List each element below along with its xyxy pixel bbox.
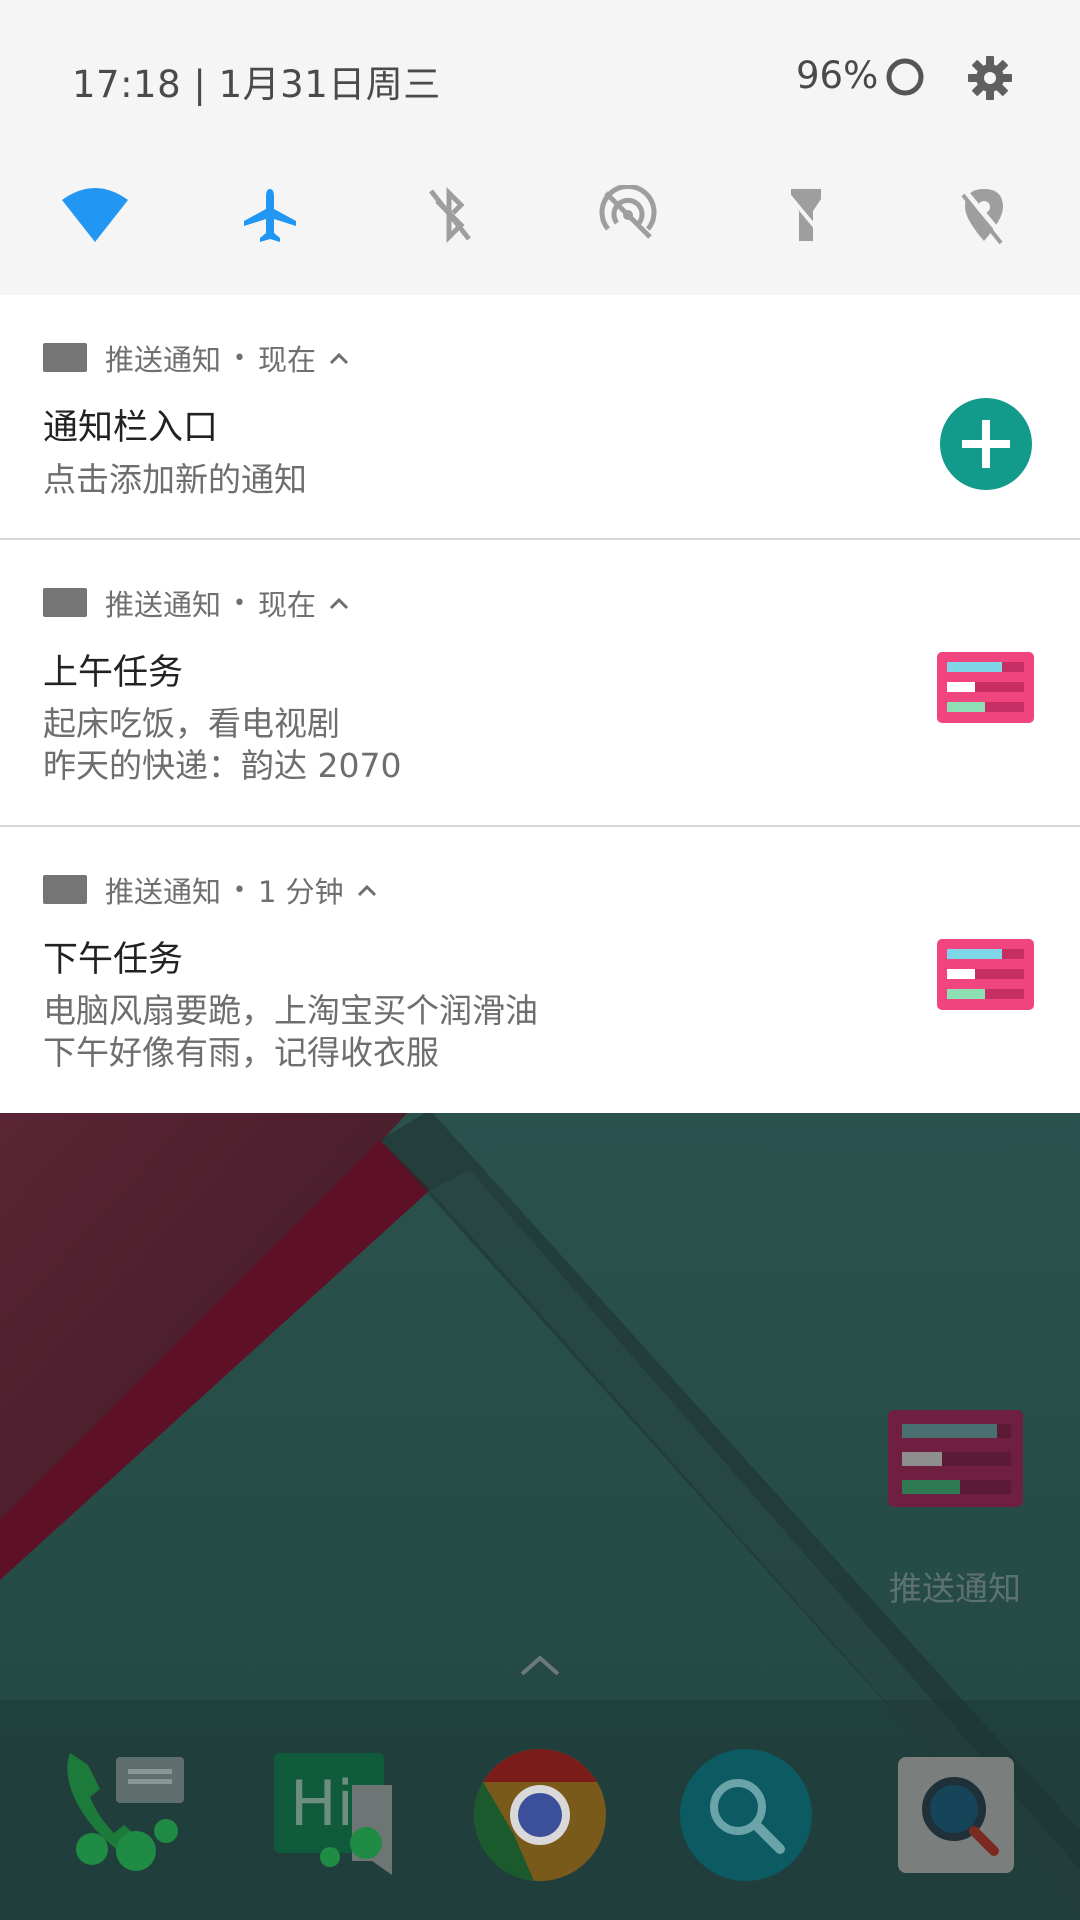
hotspot-off-icon xyxy=(599,185,657,239)
notification-header[interactable]: 推送通知 • 1 分钟 xyxy=(105,869,378,911)
location-toggle[interactable] xyxy=(946,182,1022,248)
notification-header[interactable]: 推送通知 • 现在 xyxy=(105,582,350,624)
chevron-up-icon[interactable] xyxy=(328,350,350,366)
wifi-icon xyxy=(62,188,128,242)
bluetooth-toggle[interactable] xyxy=(412,182,488,248)
bluetooth-off-icon xyxy=(429,186,471,244)
notification-title: 通知栏入口 xyxy=(43,408,219,448)
airplane-icon xyxy=(244,189,296,242)
chevron-up-icon[interactable] xyxy=(356,882,378,898)
chevron-up-icon[interactable] xyxy=(328,595,350,611)
notification-text: 点击添加新的通知 xyxy=(43,460,307,499)
flashlight-off-icon xyxy=(785,189,827,241)
separator-dot: • xyxy=(233,345,246,371)
add-notification-button[interactable] xyxy=(940,398,1032,490)
notification-text: 电脑风扇要跪，上淘宝买个润滑油 xyxy=(43,991,538,1030)
notification-afternoon-tasks[interactable]: 推送通知 • 1 分钟 下午任务 电脑风扇要跪，上淘宝买个润滑油 下午好像有雨，… xyxy=(0,827,1080,1113)
app-icon xyxy=(43,343,87,372)
notification-text: 下午好像有雨，记得收衣服 xyxy=(43,1033,439,1072)
app-icon xyxy=(43,588,87,617)
notification-title: 上午任务 xyxy=(43,653,184,693)
separator-dot: • xyxy=(233,877,246,903)
app-icon xyxy=(43,875,87,904)
battery-icon[interactable] xyxy=(884,56,926,98)
notification-time: 1 分钟 xyxy=(258,875,344,909)
home-shortcut-task-list-icon[interactable] xyxy=(888,1410,1023,1507)
app-name: 推送通知 xyxy=(105,875,222,909)
chevron-up-icon[interactable] xyxy=(518,1650,562,1680)
search-icon[interactable] xyxy=(676,1745,816,1885)
phone-icon[interactable] xyxy=(58,1745,198,1885)
task-list-icon xyxy=(937,939,1034,1010)
status-datetime[interactable]: 17:18 | 1月31日周三 xyxy=(72,54,441,108)
notification-text: 昨天的快递：韵达 2070 xyxy=(43,746,402,785)
notification-time: 现在 xyxy=(258,343,317,377)
airplane-mode-toggle[interactable] xyxy=(232,182,308,248)
notification-text: 起床吃饭，看电视剧 xyxy=(43,704,340,743)
app-name: 推送通知 xyxy=(105,588,222,622)
notification-morning-tasks[interactable]: 推送通知 • 现在 上午任务 起床吃饭，看电视剧 昨天的快递：韵达 2070 xyxy=(0,540,1080,827)
location-off-icon xyxy=(961,189,1007,245)
battery-percent: 96% xyxy=(796,54,879,97)
add-icon xyxy=(962,420,1010,468)
svg-text:Hi: Hi xyxy=(290,1767,354,1840)
hangouts-icon[interactable]: Hi xyxy=(268,1745,408,1885)
task-list-icon xyxy=(937,652,1034,723)
notification-time: 现在 xyxy=(258,588,317,622)
home-shortcut-label[interactable]: 推送通知 xyxy=(860,1562,1050,1610)
magnifier-app-icon[interactable] xyxy=(884,1745,1024,1885)
separator-dot: • xyxy=(233,590,246,616)
chrome-icon[interactable] xyxy=(470,1745,610,1885)
app-name: 推送通知 xyxy=(105,343,222,377)
quick-settings-panel: 17:18 | 1月31日周三 96% xyxy=(0,0,1080,295)
wifi-toggle[interactable] xyxy=(57,182,133,248)
flashlight-toggle[interactable] xyxy=(768,182,844,248)
hotspot-toggle[interactable] xyxy=(590,182,666,248)
notification-title: 下午任务 xyxy=(43,940,184,980)
gear-icon[interactable] xyxy=(966,54,1014,102)
notification-header[interactable]: 推送通知 • 现在 xyxy=(105,337,350,379)
notification-entry[interactable]: 推送通知 • 现在 通知栏入口 点击添加新的通知 xyxy=(0,295,1080,540)
